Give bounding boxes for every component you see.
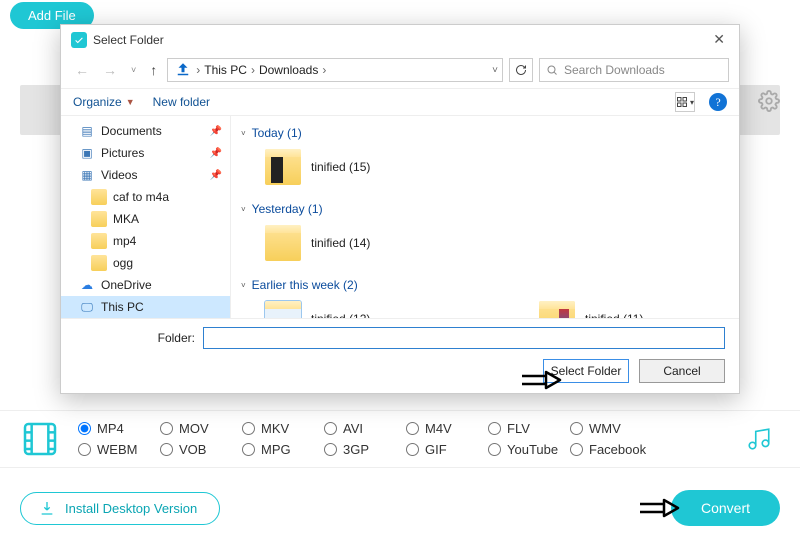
view-options-icon[interactable]: ▾ (675, 92, 695, 112)
downloads-icon (174, 61, 192, 79)
close-icon[interactable]: ✕ (709, 31, 729, 48)
format-section: MP4 MOV MKV AVI M4V FLV WMV WEBM VOB MPG 3GP GIF You… (0, 410, 800, 468)
group-label: Yesterday (1) (252, 202, 323, 216)
folder-icon (539, 301, 575, 318)
group-earlier[interactable]: ˅Earlier this week (2) (241, 274, 729, 296)
folder-item[interactable]: tinified (15) (259, 146, 459, 188)
refresh-icon[interactable] (509, 58, 533, 82)
music-icon[interactable] (746, 426, 772, 452)
help-icon[interactable]: ? (709, 93, 727, 111)
tree-item-this-pc[interactable]: 🖵This PC (61, 296, 230, 318)
pin-icon: 📌 (210, 148, 222, 159)
dialog-title: Select Folder (93, 33, 164, 47)
format-option-mp4[interactable]: MP4 (78, 421, 156, 436)
nav-back-icon[interactable]: ← (71, 62, 93, 78)
convert-button[interactable]: Convert (671, 490, 780, 526)
format-option-mov[interactable]: MOV (160, 421, 238, 436)
group-label: Today (1) (252, 126, 302, 140)
nav-forward-icon: → (99, 62, 121, 78)
tree-item-ogg[interactable]: ogg (61, 252, 230, 274)
folder-name-input[interactable] (203, 327, 725, 349)
app-icon (71, 32, 87, 48)
tree-item-videos[interactable]: ▦Videos📌 (61, 164, 230, 186)
folder-icon (265, 225, 301, 261)
select-folder-dialog: Select Folder ✕ ← → ˅ ↑ › This PC › Down… (60, 24, 740, 394)
format-option-wmv[interactable]: WMV (570, 421, 648, 436)
format-option-gif[interactable]: GIF (406, 442, 484, 457)
organize-menu[interactable]: Organize ▼ (73, 95, 135, 109)
format-option-youtube[interactable]: YouTube (488, 442, 566, 457)
search-input[interactable]: Search Downloads (539, 58, 729, 82)
format-option-flv[interactable]: FLV (488, 421, 566, 436)
install-label: Install Desktop Version (65, 501, 197, 516)
pin-icon: 📌 (210, 170, 222, 181)
breadcrumb[interactable]: › This PC › Downloads › ˅ (167, 58, 503, 82)
breadcrumb-drop-icon[interactable]: ˅ (492, 65, 498, 76)
folder-icon (265, 301, 301, 318)
chevron-down-icon: ▼ (126, 97, 135, 107)
breadcrumb-sub[interactable]: Downloads (259, 63, 318, 77)
install-desktop-button[interactable]: Install Desktop Version (20, 492, 220, 525)
search-icon (546, 64, 558, 76)
group-today[interactable]: ˅Today (1) (241, 122, 729, 144)
format-option-mkv[interactable]: MKV (242, 421, 320, 436)
folder-item[interactable]: tinified (12) (259, 298, 455, 318)
group-label: Earlier this week (2) (252, 278, 358, 292)
gear-icon[interactable] (758, 90, 780, 112)
folder-icon (265, 149, 301, 185)
download-icon (39, 500, 55, 516)
pin-icon: 📌 (210, 126, 222, 137)
format-option-3gp[interactable]: 3GP (324, 442, 402, 457)
tree-item-mka[interactable]: MKA (61, 208, 230, 230)
format-option-webm[interactable]: WEBM (78, 442, 156, 457)
tree-item-documents[interactable]: ▤Documents📌 (61, 120, 230, 142)
tree-item-mp4[interactable]: mp4 (61, 230, 230, 252)
tree-item-caf-to-m4a[interactable]: caf to m4a (61, 186, 230, 208)
format-option-facebook[interactable]: Facebook (570, 442, 648, 457)
folder-name: tinified (15) (311, 160, 370, 174)
organize-label: Organize (73, 95, 122, 109)
folder-name: tinified (14) (311, 236, 370, 250)
search-placeholder: Search Downloads (564, 63, 665, 77)
nav-up-icon[interactable]: ↑ (146, 62, 161, 78)
format-option-avi[interactable]: AVI (324, 421, 402, 436)
new-folder-button[interactable]: New folder (153, 95, 210, 109)
tree-item-pictures[interactable]: ▣Pictures📌 (61, 142, 230, 164)
format-option-mpg[interactable]: MPG (242, 442, 320, 457)
breadcrumb-root[interactable]: This PC (204, 63, 247, 77)
file-list[interactable]: ˅Today (1) tinified (15) ˅Yesterday (1) … (231, 116, 739, 318)
folder-field-label: Folder: (75, 331, 195, 345)
chevron-down-icon[interactable]: ˅ (127, 65, 140, 75)
film-icon (20, 419, 60, 459)
folder-item[interactable]: tinified (11) (533, 298, 729, 318)
folder-item[interactable]: tinified (14) (259, 222, 459, 264)
format-option-m4v[interactable]: M4V (406, 421, 484, 436)
cancel-button[interactable]: Cancel (639, 359, 725, 383)
folder-tree[interactable]: ▤Documents📌▣Pictures📌▦Videos📌caf to m4aM… (61, 116, 231, 318)
group-yesterday[interactable]: ˅Yesterday (1) (241, 198, 729, 220)
format-option-vob[interactable]: VOB (160, 442, 238, 457)
select-folder-button[interactable]: Select Folder (543, 359, 629, 383)
tree-item-onedrive[interactable]: ☁OneDrive (61, 274, 230, 296)
